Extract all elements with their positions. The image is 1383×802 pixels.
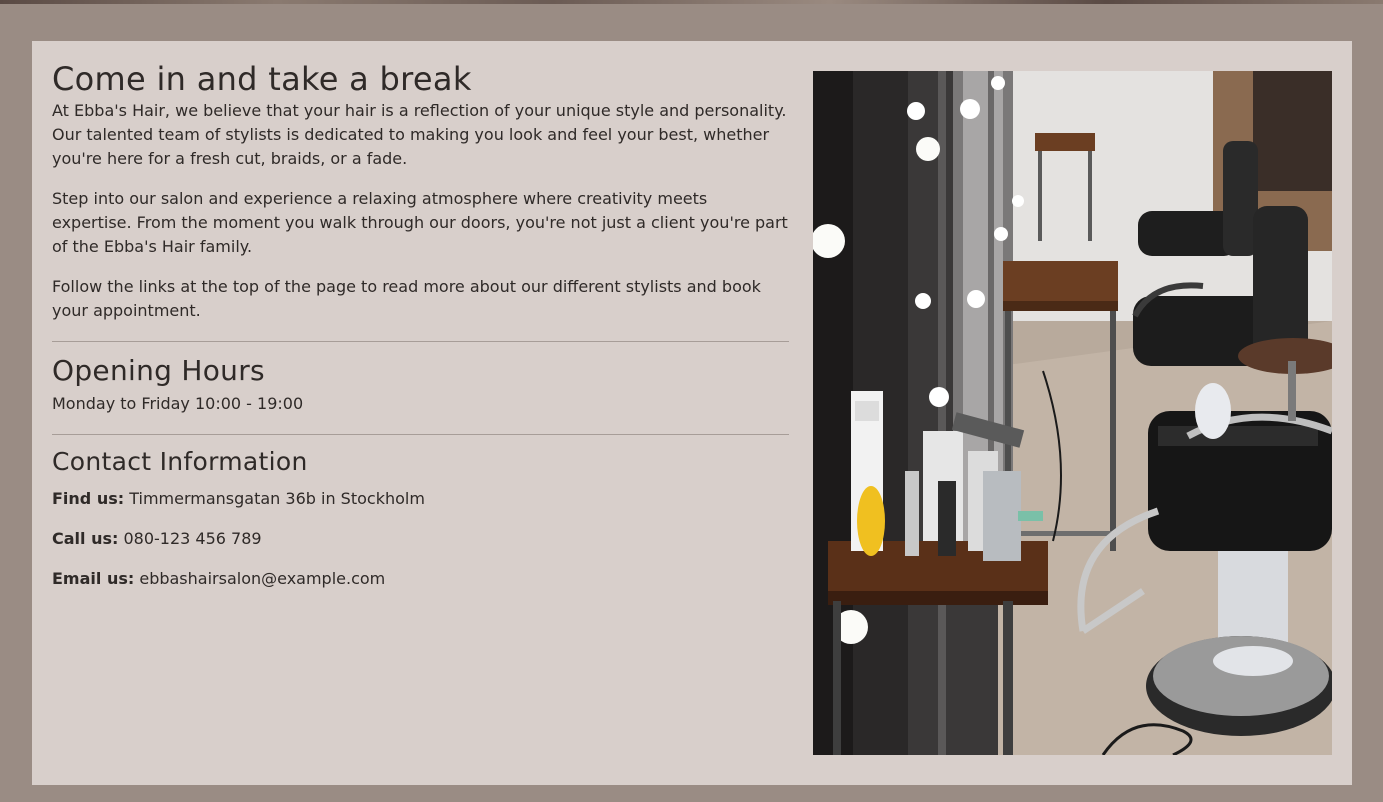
- intro-paragraph-1: At Ebba's Hair, we believe that your hai…: [52, 101, 787, 168]
- divider: [52, 434, 789, 435]
- address-label: Find us:: [52, 489, 125, 508]
- phone-value: 080-123 456 789: [123, 529, 262, 548]
- intro-paragraph-2: Step into our salon and experience a rel…: [52, 189, 788, 256]
- intro-paragraph-3: Follow the links at the top of the page …: [52, 277, 761, 320]
- intro-heading: Come in and take a break: [52, 60, 472, 98]
- contact-address: Find us: Timmermansgatan 36b in Stockhol…: [52, 487, 789, 511]
- address-value: Timmermansgatan 36b in Stockholm: [129, 489, 425, 508]
- header-image-strip: [0, 0, 1383, 4]
- email-value: ebbashairsalon@example.com: [139, 569, 386, 588]
- opening-hours-heading: Opening Hours: [52, 354, 265, 387]
- email-label: Email us:: [52, 569, 135, 588]
- contact-heading: Contact Information: [52, 447, 308, 476]
- salon-photo: [813, 71, 1332, 755]
- contact-email: Email us: ebbashairsalon@example.com: [52, 567, 789, 591]
- text-column: Come in and take a break At Ebba's Hair,…: [52, 59, 789, 591]
- divider: [52, 341, 789, 342]
- content-card: Come in and take a break At Ebba's Hair,…: [32, 41, 1352, 785]
- phone-label: Call us:: [52, 529, 119, 548]
- contact-phone: Call us: 080-123 456 789: [52, 527, 789, 551]
- opening-hours-text: Monday to Friday 10:00 - 19:00: [52, 394, 304, 413]
